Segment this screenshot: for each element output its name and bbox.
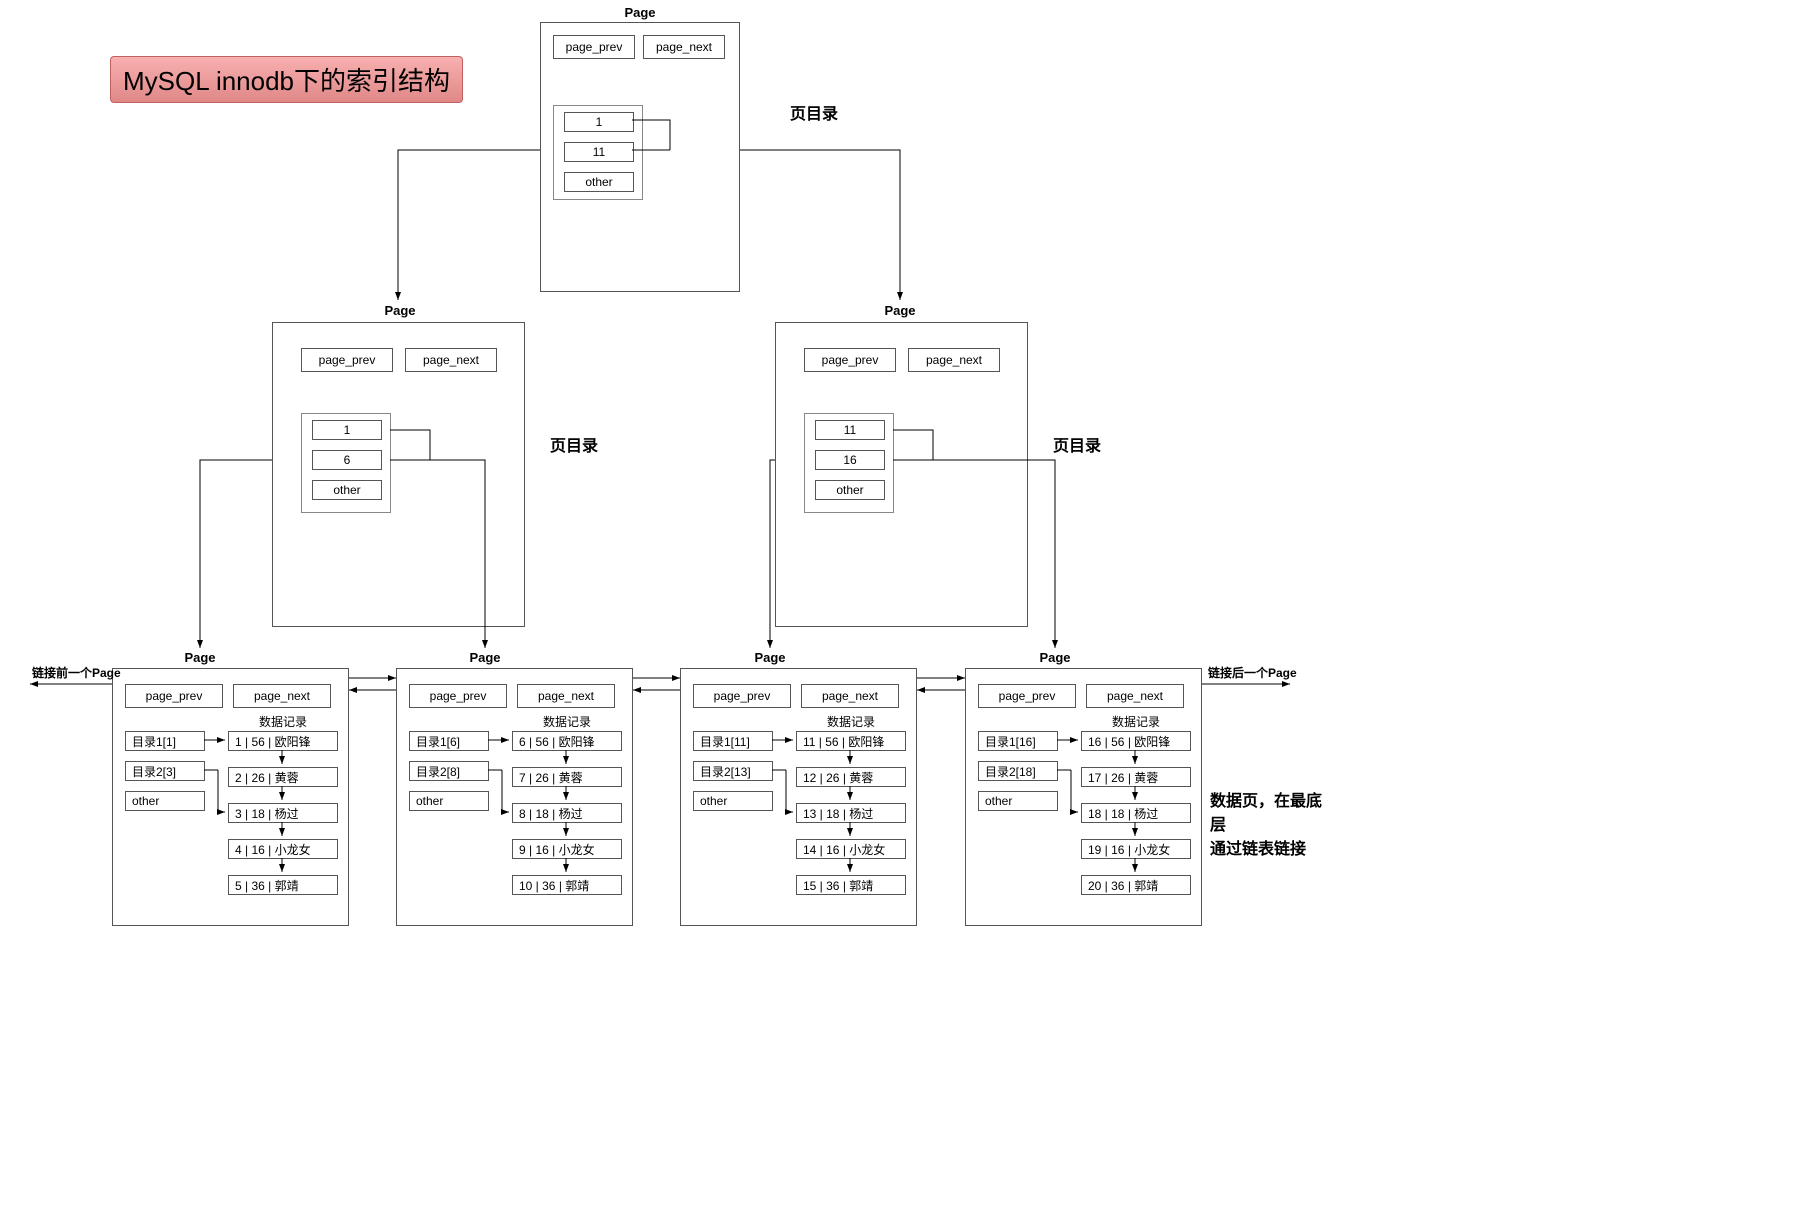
title-text: MySQL innodb下的索引结构 [123, 66, 450, 96]
leaf1-page-box: page_prev page_next 数据记录 目录1[6] 目录2[8] o… [396, 668, 633, 926]
mid1-page-box: page_prev page_next 11 16 other [775, 322, 1028, 627]
leaf2-row-0: 11 | 56 | 欧阳锋 [796, 731, 906, 751]
root-page-prev: page_prev [553, 35, 635, 59]
leaf1-row-0: 6 | 56 | 欧阳锋 [512, 731, 622, 751]
leaf2-page-next: page_next [801, 684, 899, 708]
note-line1: 数据页，在最底层 [1210, 793, 1322, 834]
title-banner: MySQL innodb下的索引结构 [110, 56, 463, 103]
leaf2-row-2: 13 | 18 | 杨过 [796, 803, 906, 823]
leaf1-page-prev: page_prev [409, 684, 507, 708]
leaf1-record-label: 数据记录 [537, 713, 597, 730]
mid0-slot-0: 1 [312, 420, 382, 440]
mid1-slot-2: other [815, 480, 885, 500]
leaf1-row-1: 7 | 26 | 黄蓉 [512, 767, 622, 787]
leaf0-dir-0: 目录1[1] [125, 731, 205, 751]
leaf0-row-1: 2 | 26 | 黄蓉 [228, 767, 338, 787]
root-slot-0: 1 [564, 112, 634, 132]
leaf3-dir-2: other [978, 791, 1058, 811]
leaf3-row-2: 18 | 18 | 杨过 [1081, 803, 1191, 823]
leaf0-page-prev: page_prev [125, 684, 223, 708]
leaf2-dir-1: 目录2[13] [693, 761, 773, 781]
leaf0-page-label: Page [170, 650, 230, 665]
leaf0-row-2: 3 | 18 | 杨过 [228, 803, 338, 823]
leaf2-dir-2: other [693, 791, 773, 811]
leaf2-page-box: page_prev page_next 数据记录 目录1[11] 目录2[13]… [680, 668, 917, 926]
leaf2-row-4: 15 | 36 | 郭靖 [796, 875, 906, 895]
leaf0-page-next: page_next [233, 684, 331, 708]
mid1-page-label: Page [870, 303, 930, 318]
leaf2-dir-0: 目录1[11] [693, 731, 773, 751]
root-dir-label: 页目录 [790, 100, 838, 124]
leaf2-record-label: 数据记录 [821, 713, 881, 730]
leaf2-page-prev: page_prev [693, 684, 791, 708]
leaf2-row-3: 14 | 16 | 小龙女 [796, 839, 906, 859]
root-page-label: Page [610, 5, 670, 20]
mid0-page-box: page_prev page_next 1 6 other [272, 322, 525, 627]
leaf1-row-3: 9 | 16 | 小龙女 [512, 839, 622, 859]
leaf3-page-box: page_prev page_next 数据记录 目录1[16] 目录2[18]… [965, 668, 1202, 926]
link-prev-label: 链接前一个Page [32, 664, 121, 681]
leaf1-page-label: Page [455, 650, 515, 665]
leaf3-page-next: page_next [1086, 684, 1184, 708]
leaf0-dir-2: other [125, 791, 205, 811]
leaf0-row-0: 1 | 56 | 欧阳锋 [228, 731, 338, 751]
root-page-box: page_prev page_next 1 11 other [540, 22, 740, 292]
root-slot-group: 1 11 other [553, 105, 643, 200]
leaf3-row-1: 17 | 26 | 黄蓉 [1081, 767, 1191, 787]
leaf3-row-3: 19 | 16 | 小龙女 [1081, 839, 1191, 859]
mid0-page-prev: page_prev [301, 348, 393, 372]
mid1-page-prev: page_prev [804, 348, 896, 372]
leaf0-row-4: 5 | 36 | 郭靖 [228, 875, 338, 895]
leaf0-dir-1: 目录2[3] [125, 761, 205, 781]
root-page-next: page_next [643, 35, 725, 59]
leaf0-page-box: page_prev page_next 数据记录 目录1[1] 目录2[3] o… [112, 668, 349, 926]
note-line2: 通过链表链接 [1210, 841, 1306, 858]
link-next-label: 链接后一个Page [1208, 664, 1297, 681]
root-slot-1: 11 [564, 142, 634, 162]
leaf1-row-4: 10 | 36 | 郭靖 [512, 875, 622, 895]
leaf1-page-next: page_next [517, 684, 615, 708]
mid0-slot-group: 1 6 other [301, 413, 391, 513]
mid0-page-next: page_next [405, 348, 497, 372]
leaf3-dir-1: 目录2[18] [978, 761, 1058, 781]
leaf1-row-2: 8 | 18 | 杨过 [512, 803, 622, 823]
mid0-slot-1: 6 [312, 450, 382, 470]
root-slot-2: other [564, 172, 634, 192]
mid0-page-label: Page [370, 303, 430, 318]
leaf0-record-label: 数据记录 [253, 713, 313, 730]
leaf1-dir-2: other [409, 791, 489, 811]
data-page-note: 数据页，在最底层 通过链表链接 [1210, 790, 1330, 862]
leaf3-page-label: Page [1025, 650, 1085, 665]
mid1-dir-label: 页目录 [1053, 432, 1101, 456]
mid1-slot-0: 11 [815, 420, 885, 440]
leaf2-page-label: Page [740, 650, 800, 665]
leaf2-row-1: 12 | 26 | 黄蓉 [796, 767, 906, 787]
mid1-slot-group: 11 16 other [804, 413, 894, 513]
mid1-page-next: page_next [908, 348, 1000, 372]
leaf3-row-0: 16 | 56 | 欧阳锋 [1081, 731, 1191, 751]
leaf3-page-prev: page_prev [978, 684, 1076, 708]
leaf3-dir-0: 目录1[16] [978, 731, 1058, 751]
mid1-slot-1: 16 [815, 450, 885, 470]
leaf3-row-4: 20 | 36 | 郭靖 [1081, 875, 1191, 895]
leaf0-row-3: 4 | 16 | 小龙女 [228, 839, 338, 859]
leaf1-dir-1: 目录2[8] [409, 761, 489, 781]
leaf1-dir-0: 目录1[6] [409, 731, 489, 751]
mid0-dir-label: 页目录 [550, 432, 598, 456]
leaf3-record-label: 数据记录 [1106, 713, 1166, 730]
mid0-slot-2: other [312, 480, 382, 500]
